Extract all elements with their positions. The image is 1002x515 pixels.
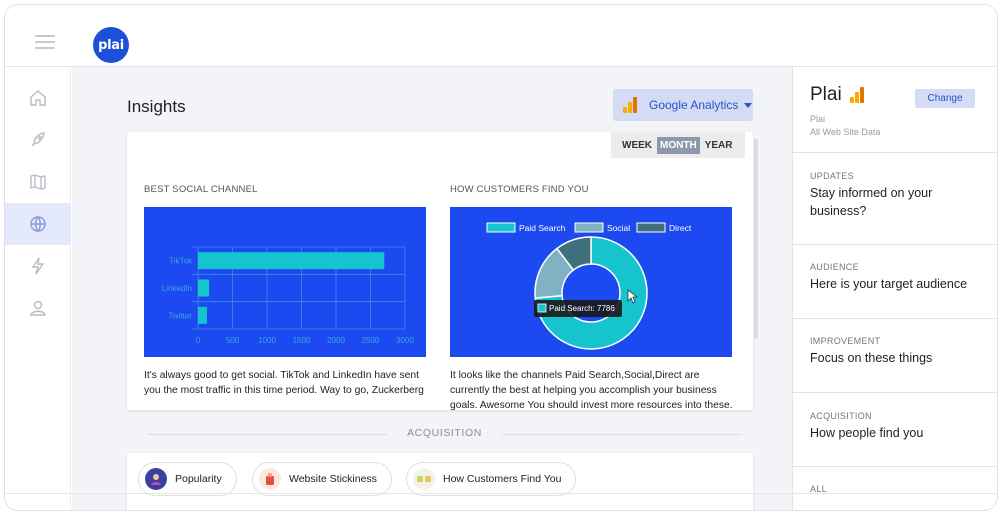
section-updates-value: Stay informed on your business? xyxy=(810,186,933,218)
bar-chart-svg: 0 500 1000 1500 2000 2500 3000 TikTok LinkedIn Tw… xyxy=(162,246,414,345)
y-tick-label: TikTok xyxy=(169,257,193,266)
section-audience-value: Here is your target audience xyxy=(810,277,968,291)
section-divider-label: ACQUISITION xyxy=(407,427,482,439)
insights-card: WEEK MONTH YEAR BEST SOCIAL CHANNEL 0 500… xyxy=(127,132,753,410)
section-all[interactable]: ALL xyxy=(793,467,997,510)
best-social-label: BEST SOCIAL CHANNEL xyxy=(144,184,258,195)
period-year[interactable]: YEAR xyxy=(702,137,736,154)
y-tick-label: LinkedIn xyxy=(162,284,192,293)
account-name: Plai xyxy=(810,84,842,105)
customers-find-chart: Paid Search Social Direct Paid Search: 7786 xyxy=(450,207,732,357)
section-audience[interactable]: AUDIENCE Here is your target audience xyxy=(793,245,997,319)
customers-find-description: It looks like the channels Paid Search,S… xyxy=(450,370,733,410)
pill-popularity-label: Popularity xyxy=(175,473,222,485)
legend-label-paid-search: Paid Search xyxy=(519,223,566,233)
google-analytics-icon xyxy=(623,97,639,113)
chart-tooltip: Paid Search: 7786 xyxy=(534,300,622,317)
section-updates[interactable]: UPDATES Stay informed on your business? xyxy=(793,153,997,245)
source-dropdown[interactable]: Google Analytics xyxy=(613,89,753,121)
pill-website-stickiness[interactable]: Website Stickiness xyxy=(252,462,392,496)
map-icon[interactable] xyxy=(5,161,71,203)
home-icon[interactable] xyxy=(5,77,71,119)
section-updates-key: UPDATES xyxy=(810,171,854,181)
customers-find-icon xyxy=(413,468,435,490)
tooltip-swatch xyxy=(537,303,547,313)
pill-popularity[interactable]: Popularity xyxy=(138,462,237,496)
account-sub: Plai xyxy=(810,114,826,124)
app-window: plai Insights Google Analytics WEEK MONT… xyxy=(4,4,998,511)
acquisition-pills: Popularity Website Stickiness How Custom… xyxy=(127,453,753,510)
menu-icon[interactable] xyxy=(35,35,55,49)
right-panel: Plai Change Plai All Web Site Data UPDAT… xyxy=(792,67,997,510)
tooltip-text: Paid Search: 7786 xyxy=(549,304,615,313)
x-tick-label: 2000 xyxy=(327,336,345,345)
section-acquisition-key: ACQUISITION xyxy=(810,411,872,421)
user-icon[interactable] xyxy=(5,287,71,329)
x-tick-label: 0 xyxy=(196,336,201,345)
best-social-chart: 0 500 1000 1500 2000 2500 3000 TikTok LinkedIn Tw… xyxy=(144,207,426,357)
rocket-icon[interactable] xyxy=(5,119,71,161)
pill-website-stickiness-label: Website Stickiness xyxy=(289,473,377,485)
globe-icon[interactable] xyxy=(5,203,71,245)
doughnut-chart-svg: Paid Search Social Direct Paid Search: 7786 xyxy=(486,222,692,350)
account-view: All Web Site Data xyxy=(810,127,881,137)
section-improvement[interactable]: IMPROVEMENT Focus on these things xyxy=(793,319,997,393)
bar-twitter xyxy=(198,306,207,324)
bottom-divider xyxy=(5,493,997,494)
x-tick-label: 1000 xyxy=(258,336,276,345)
account-header: Plai Change Plai All Web Site Data xyxy=(793,67,997,153)
section-improvement-key: IMPROVEMENT xyxy=(810,336,881,346)
source-dropdown-label: Google Analytics xyxy=(649,98,739,112)
bar-linkedin xyxy=(198,279,210,297)
x-tick-label: 1500 xyxy=(293,336,311,345)
period-month[interactable]: MONTH xyxy=(657,136,700,154)
google-analytics-icon xyxy=(849,87,866,103)
customers-find-label: HOW CUSTOMERS FIND YOU xyxy=(450,184,589,195)
popularity-icon xyxy=(145,468,167,490)
x-tick-label: 500 xyxy=(226,336,240,345)
section-audience-key: AUDIENCE xyxy=(810,262,859,272)
best-social-description: It's always good to get social. TikTok a… xyxy=(144,370,424,396)
x-tick-label: 3000 xyxy=(396,336,414,345)
section-divider: ACQUISITION xyxy=(147,427,742,441)
bolt-icon[interactable] xyxy=(5,245,71,287)
legend-label-social: Social xyxy=(607,223,630,233)
y-tick-label: Twitter xyxy=(168,311,192,320)
period-selector: WEEK MONTH YEAR xyxy=(611,132,746,158)
sidebar xyxy=(5,67,71,510)
chevron-down-icon xyxy=(744,102,753,108)
page-title: Insights xyxy=(127,97,186,116)
pill-how-customers-find-you-label: How Customers Find You xyxy=(443,473,562,485)
legend-swatch-social xyxy=(574,222,604,233)
section-improvement-value: Focus on these things xyxy=(810,351,933,365)
main-content: Insights Google Analytics WEEK MONTH YEA… xyxy=(72,67,792,510)
change-button[interactable]: Change xyxy=(915,89,975,108)
legend-swatch-paid-search xyxy=(486,222,516,233)
legend-swatch-direct xyxy=(636,222,666,233)
top-bar: plai xyxy=(5,5,997,67)
account-title: Plai xyxy=(810,84,876,106)
plai-logo[interactable]: plai xyxy=(93,27,129,63)
bar-tiktok xyxy=(198,252,385,270)
section-acquisition[interactable]: ACQUISITION How people find you xyxy=(793,393,997,467)
legend-label-direct: Direct xyxy=(669,223,692,233)
stickiness-icon xyxy=(259,468,281,490)
pill-how-customers-find-you[interactable]: How Customers Find You xyxy=(406,462,577,496)
section-acquisition-value: How people find you xyxy=(810,426,924,440)
period-week[interactable]: WEEK xyxy=(619,137,655,154)
x-tick-label: 2500 xyxy=(362,336,380,345)
scrollbar[interactable] xyxy=(754,139,758,339)
